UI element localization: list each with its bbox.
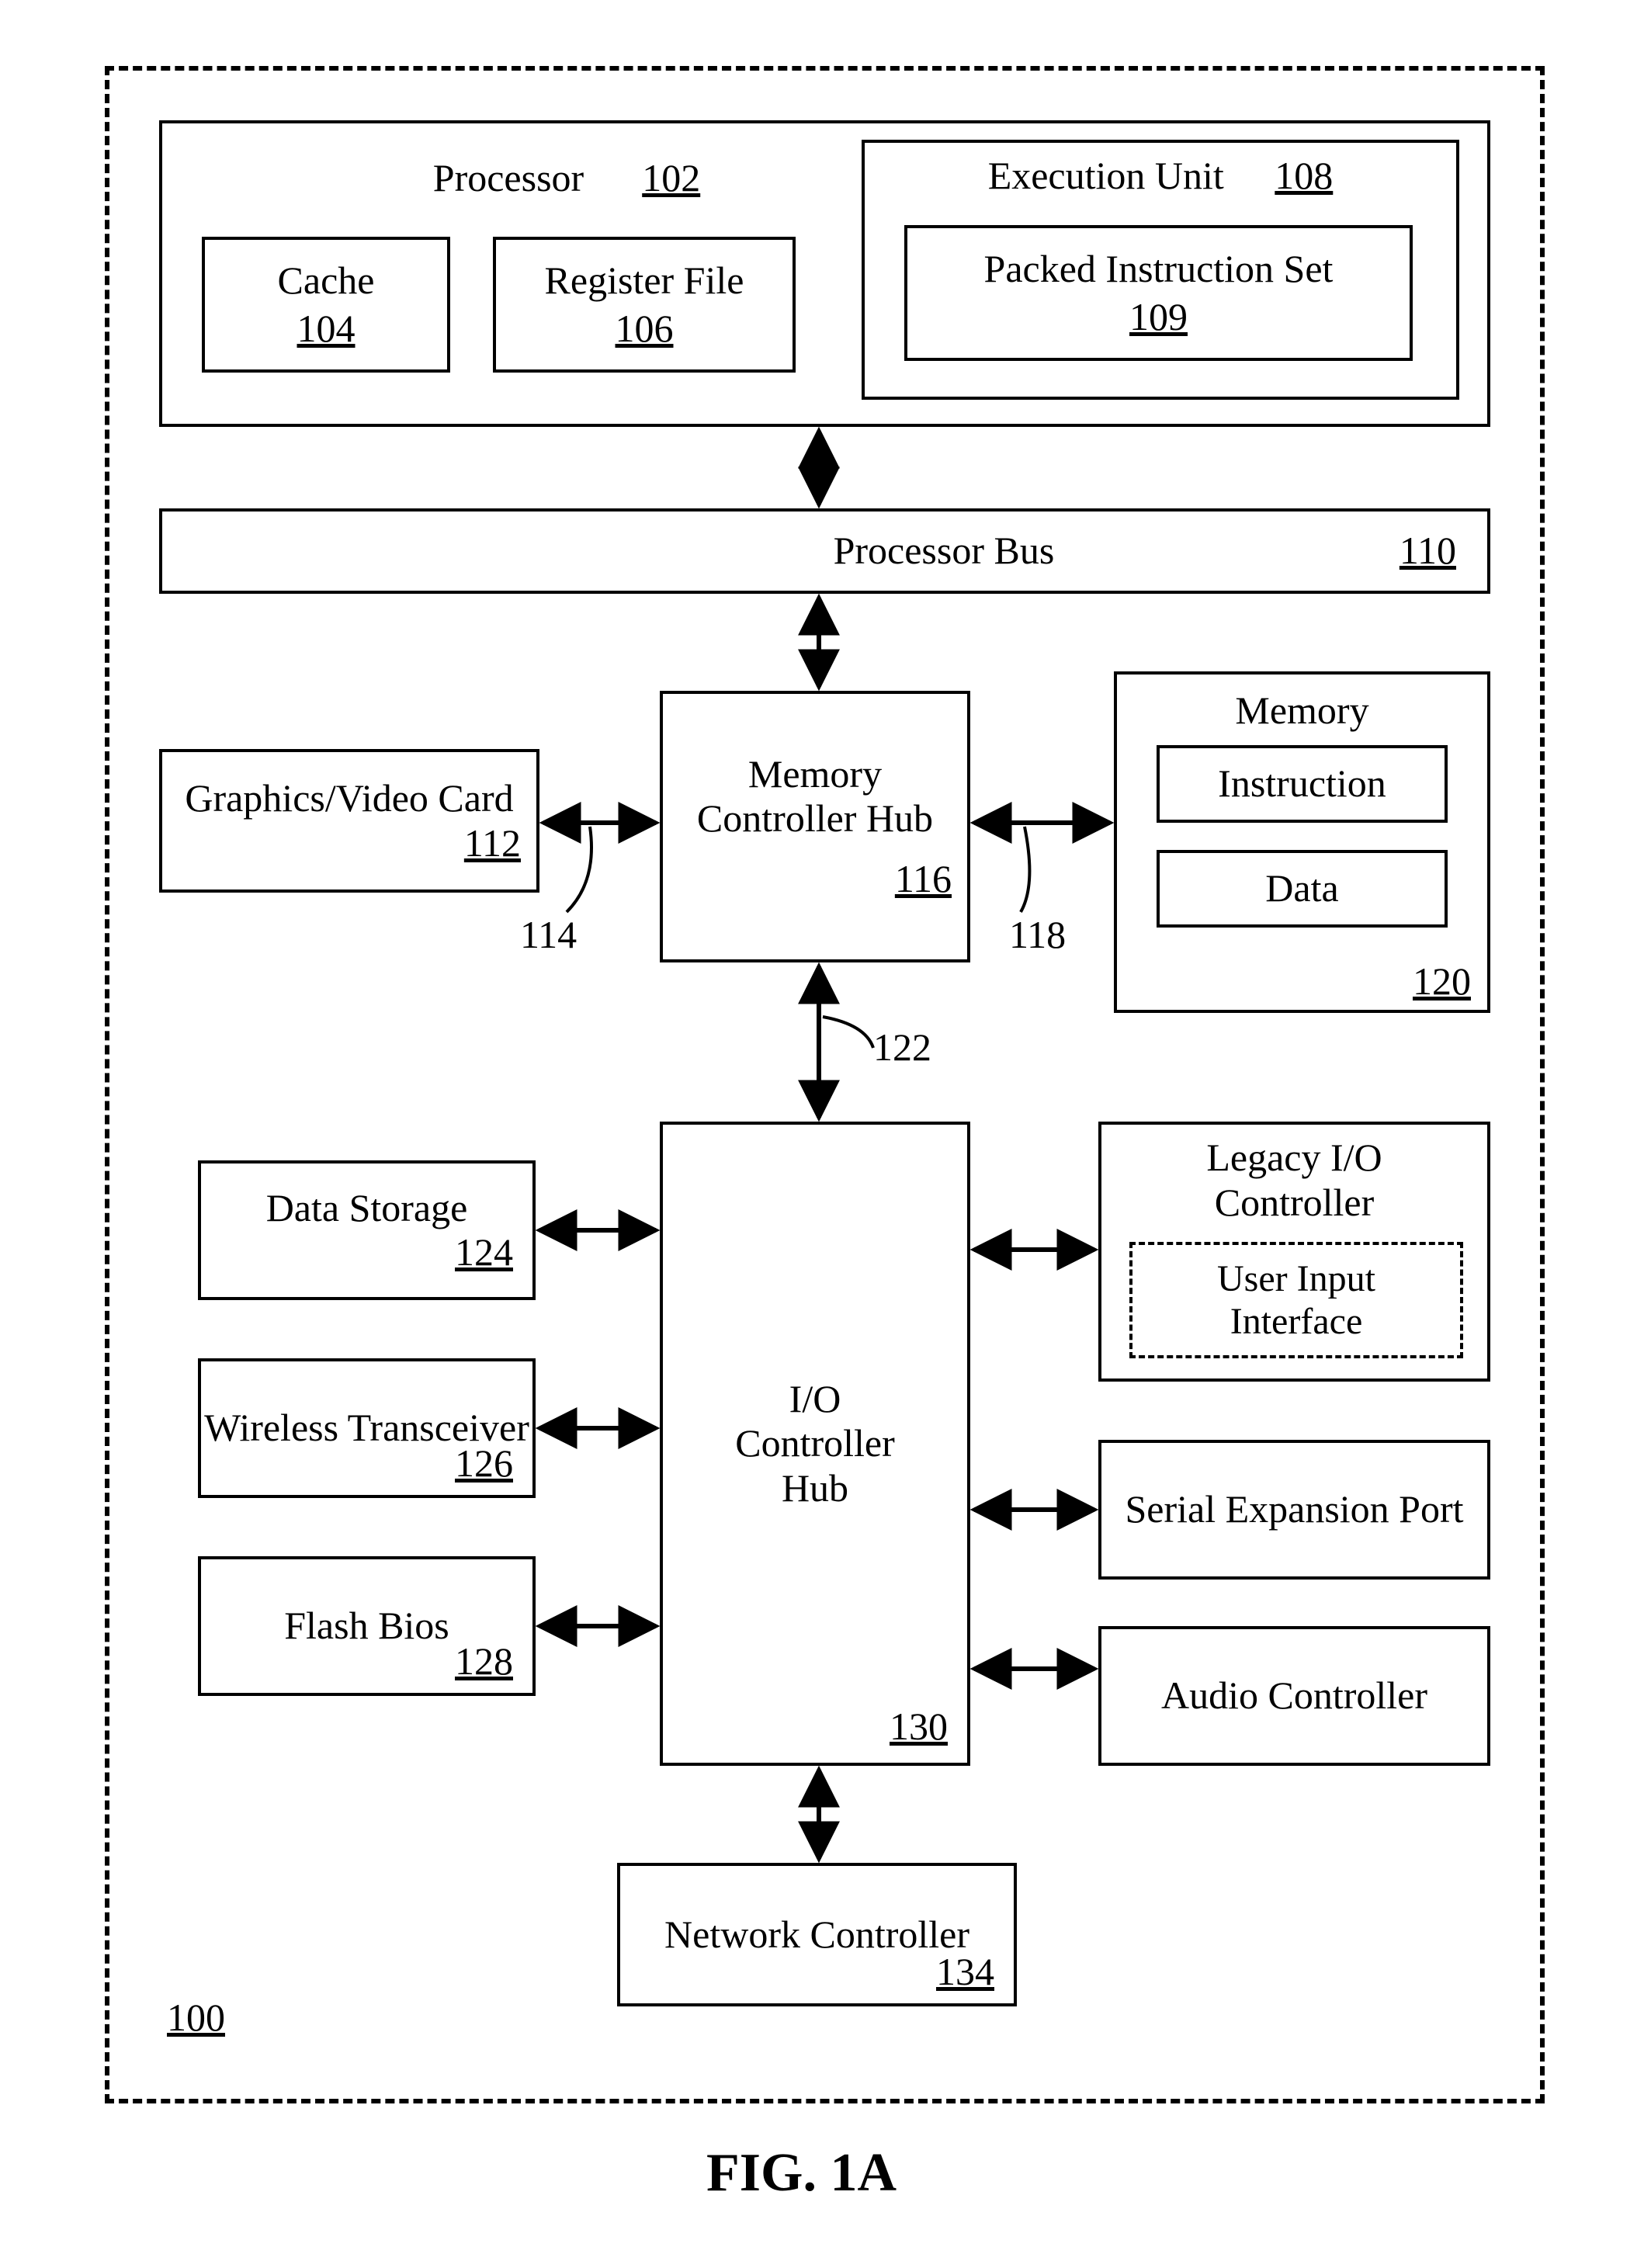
connectors-layer xyxy=(0,0,1651,2268)
